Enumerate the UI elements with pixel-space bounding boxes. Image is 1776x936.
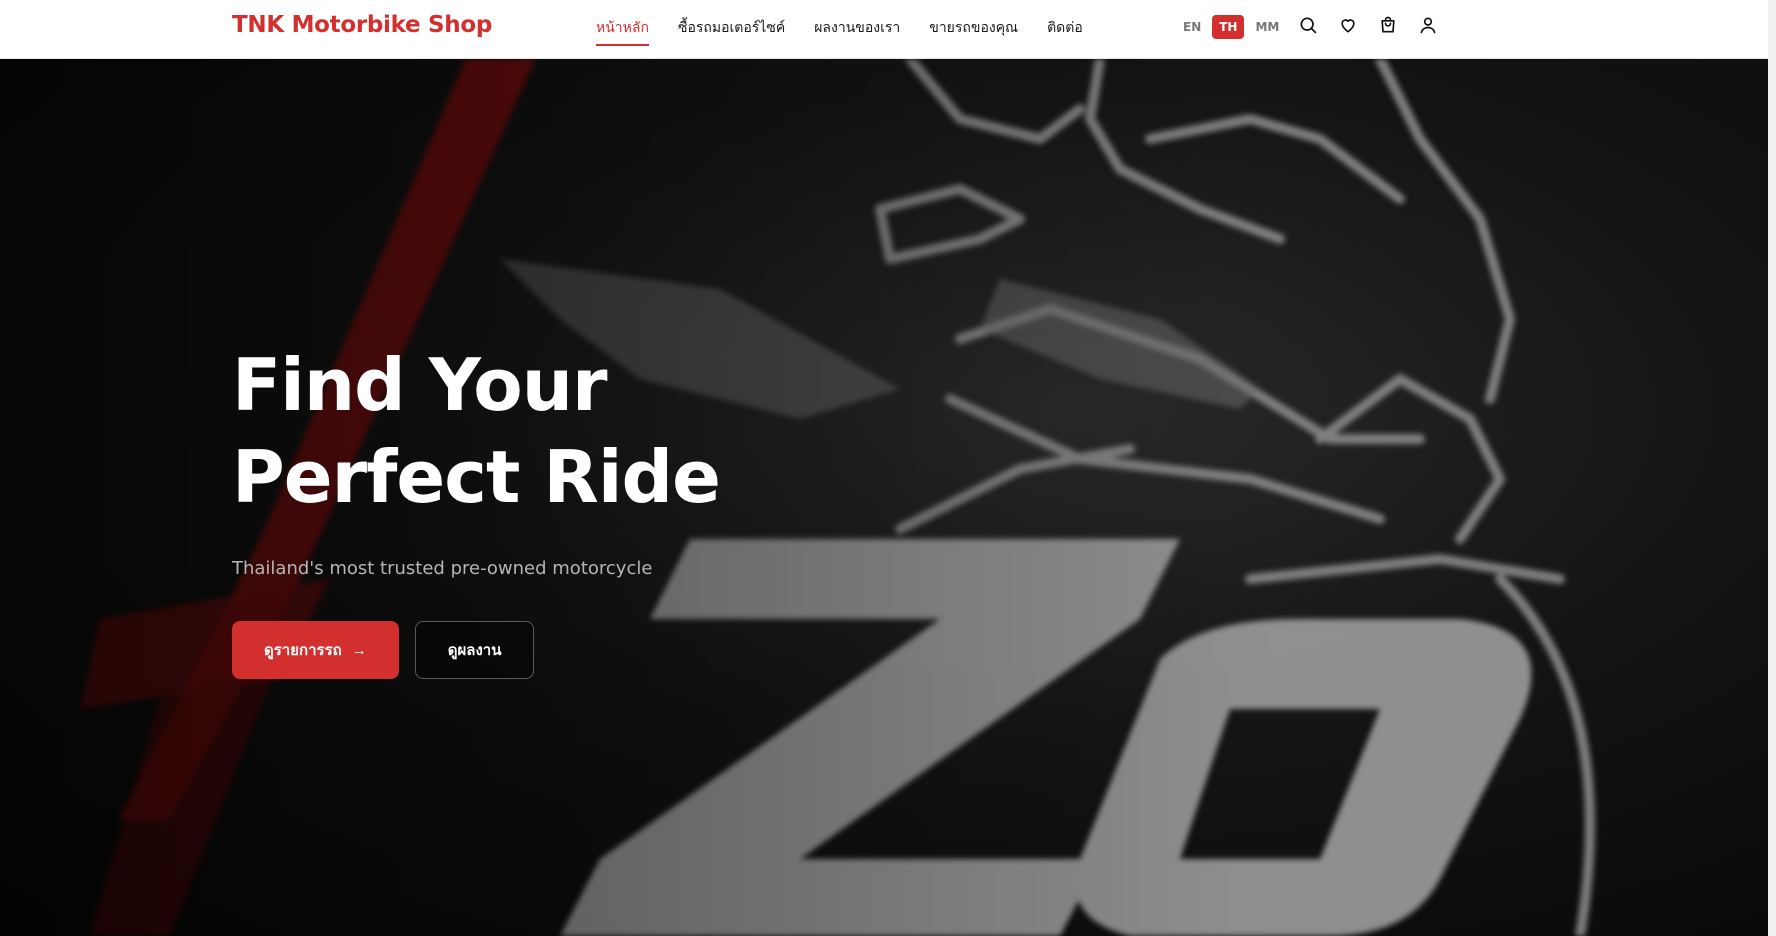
hero-title-line-1: Find Your	[232, 343, 607, 427]
page-scrollbar[interactable]	[1768, 0, 1776, 936]
hero-subtitle: Thailand's most trusted pre-owned motorc…	[232, 558, 653, 579]
nav-item-our-work[interactable]: ผลงานของเรา	[814, 18, 900, 40]
main-nav: หน้าหลัก ซื้อรถมอเตอร์ไซค์ ผลงานของเรา ข…	[596, 0, 1083, 58]
shopping-bag-icon[interactable]	[1377, 14, 1399, 36]
user-icon[interactable]	[1417, 14, 1439, 36]
lang-mm-button[interactable]: MM	[1248, 15, 1286, 39]
hero-title-line-2: Perfect Ride	[232, 435, 721, 519]
view-work-button[interactable]: ดูผลงาน	[414, 621, 535, 679]
view-listings-button[interactable]: ดูรายการรถ →	[232, 621, 399, 679]
arrow-right-icon: →	[351, 641, 367, 659]
hero-content: Find Your Perfect Ride Thailand's most t…	[232, 339, 932, 679]
hero-title: Find Your Perfect Ride	[232, 339, 932, 523]
view-listings-label: ดูรายการรถ	[264, 642, 342, 659]
heart-icon[interactable]	[1337, 14, 1359, 36]
lang-en-button[interactable]: EN	[1176, 15, 1208, 39]
site-header: TNK Motorbike Shop หน้าหลัก ซื้อรถมอเตอร…	[0, 0, 1768, 59]
hero-section: Find Your Perfect Ride Thailand's most t…	[0, 59, 1768, 936]
nav-item-contact[interactable]: ติดต่อ	[1047, 18, 1083, 40]
page: TNK Motorbike Shop หน้าหลัก ซื้อรถมอเตอร…	[0, 0, 1776, 936]
nav-item-buy-motorcycle[interactable]: ซื้อรถมอเตอร์ไซค์	[678, 18, 785, 40]
brand-logo[interactable]: TNK Motorbike Shop	[232, 12, 492, 38]
nav-item-sell-your-bike[interactable]: ขายรถของคุณ	[929, 18, 1018, 40]
language-switcher: EN TH MM	[1176, 15, 1286, 39]
nav-item-home[interactable]: หน้าหลัก	[596, 18, 649, 46]
search-icon[interactable]	[1297, 14, 1319, 36]
lang-th-button[interactable]: TH	[1212, 15, 1245, 39]
view-work-label: ดูผลงาน	[447, 642, 502, 659]
hero-actions: ดูรายการรถ → ดูผลงาน	[232, 621, 932, 679]
header-actions	[1297, 14, 1439, 36]
